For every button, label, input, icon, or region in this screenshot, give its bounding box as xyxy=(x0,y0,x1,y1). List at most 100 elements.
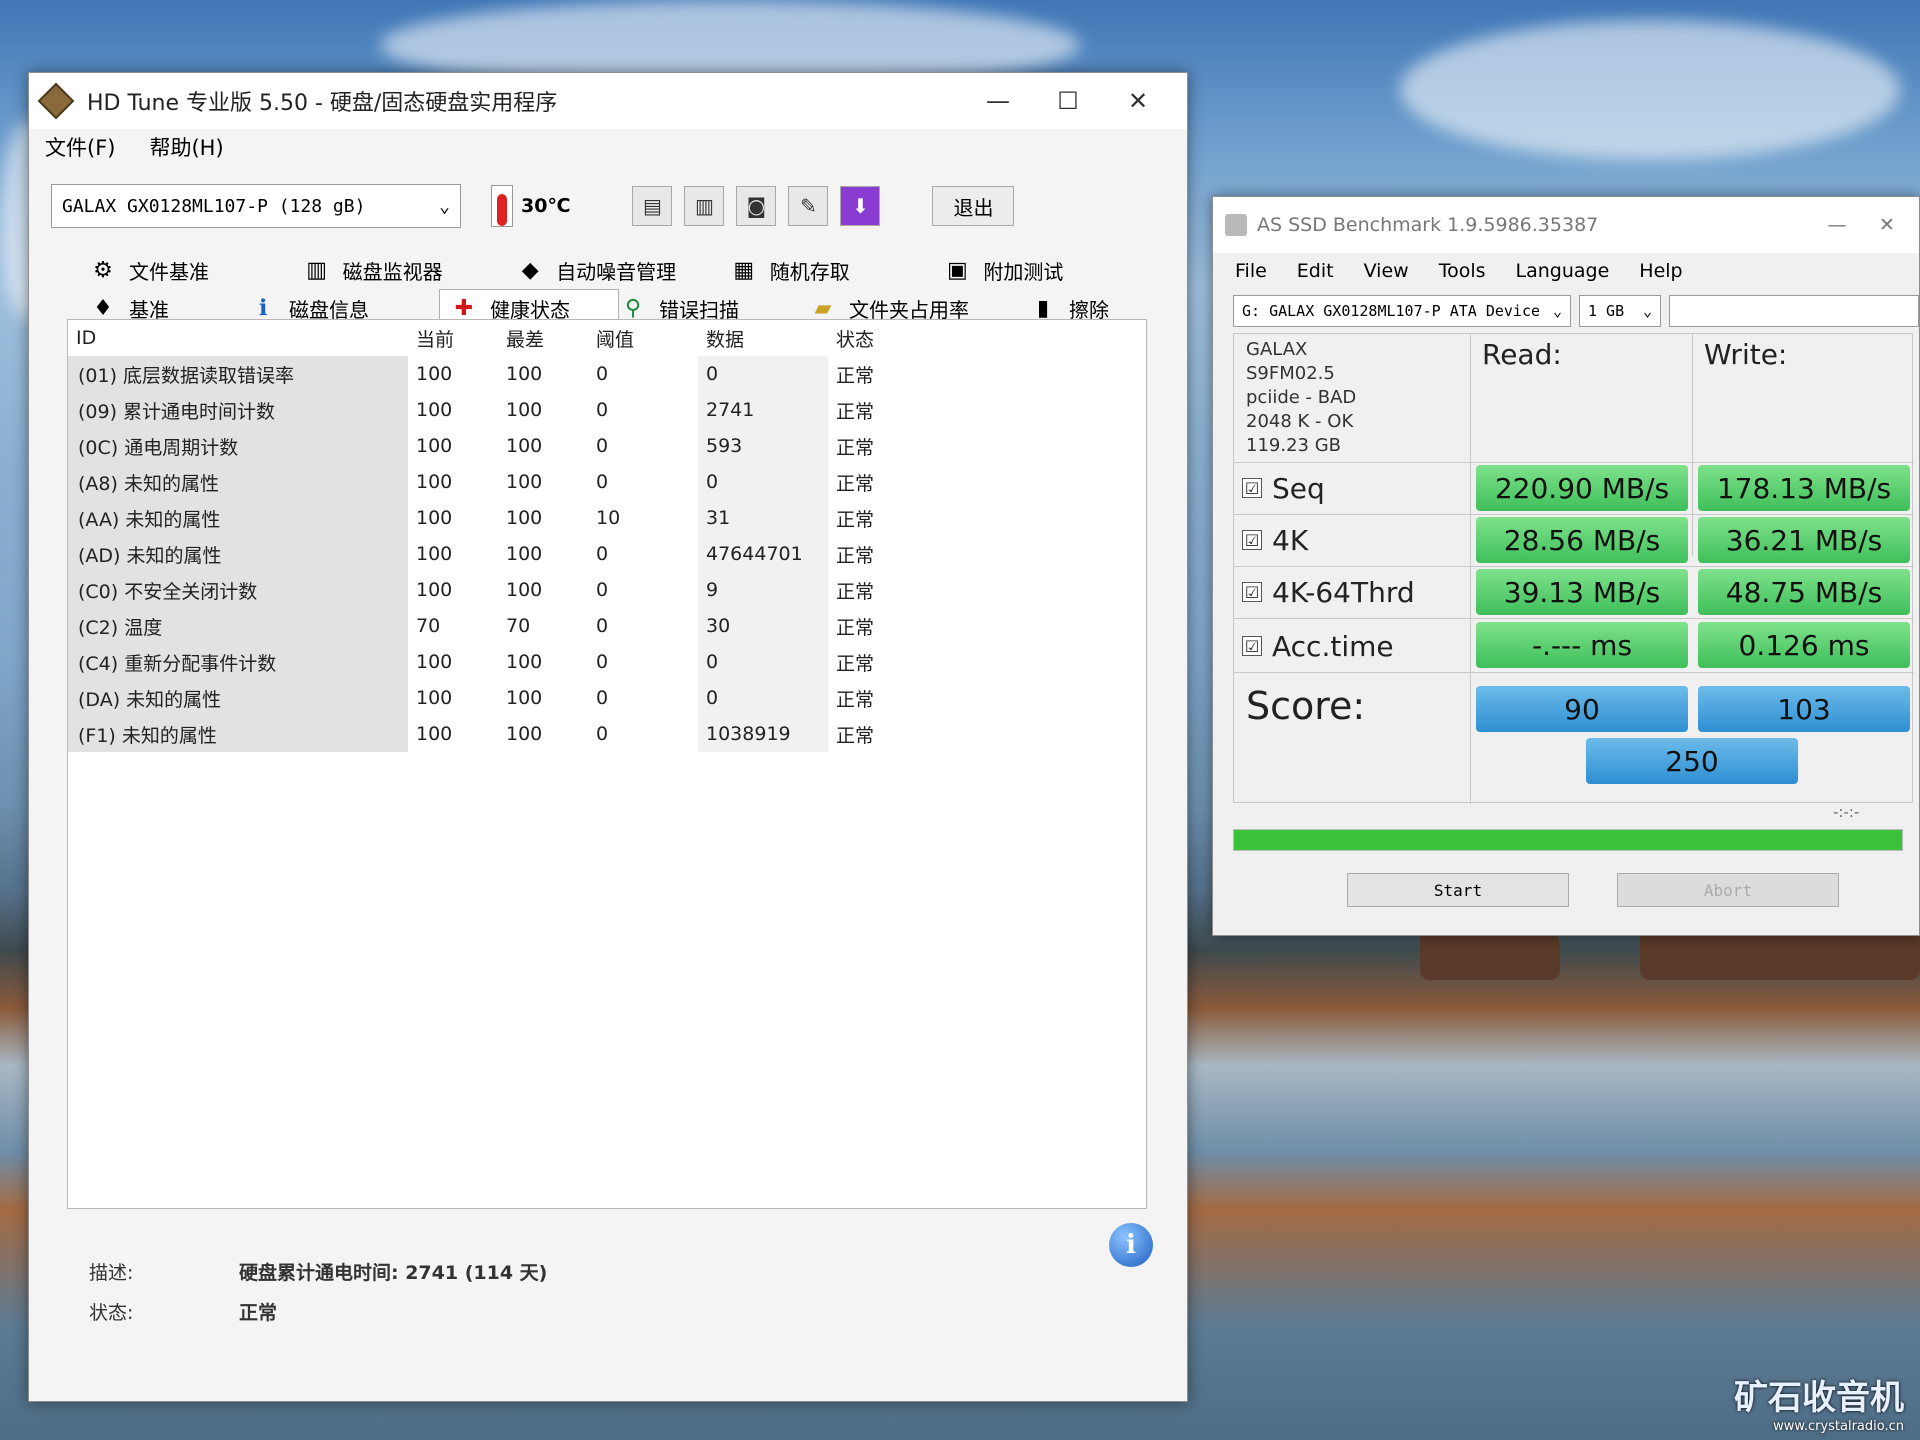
test-label: Seq xyxy=(1272,471,1325,505)
col-status[interactable]: 状态 xyxy=(828,320,928,356)
attr-status: 正常 xyxy=(836,724,875,747)
attr-worst: 100 xyxy=(506,651,543,673)
abort-button[interactable]: Abort xyxy=(1617,873,1839,907)
hdtune-app-icon xyxy=(37,82,75,120)
attr-id: (AA) 未知的属性 xyxy=(68,500,408,536)
table-row[interactable]: (AA) 未知的属性 100 100 10 31 正常 xyxy=(68,500,928,536)
table-row[interactable]: (01) 底层数据读取错误率 100 100 0 0 正常 xyxy=(68,356,928,392)
temperature: 30℃ xyxy=(491,185,570,227)
attr-worst: 100 xyxy=(506,687,543,709)
hdtune-window: HD Tune 专业版 5.50 - 硬盘/固态硬盘实用程序 — ☐ ✕ 文件(… xyxy=(28,72,1188,1402)
close-button[interactable]: ✕ xyxy=(1103,87,1173,115)
menu-tools[interactable]: Tools xyxy=(1439,260,1486,282)
as-close-button[interactable]: ✕ xyxy=(1867,214,1907,236)
description-value: 硬盘累计通电时间: 2741 (114 天) xyxy=(239,1262,548,1284)
test-seq[interactable]: ☑ Seq xyxy=(1234,462,1469,514)
menu-help[interactable]: 帮助(H) xyxy=(149,132,223,162)
col-current[interactable]: 当前 xyxy=(408,320,498,356)
checkbox-icon[interactable]: ☑ xyxy=(1242,636,1262,656)
attr-threshold: 0 xyxy=(596,435,609,457)
menu-bar: 文件(F) 帮助(H) xyxy=(29,129,1187,165)
table-row[interactable]: (AD) 未知的属性 100 100 0 47644701 正常 xyxy=(68,536,928,572)
test-label: 4K-64Thrd xyxy=(1272,575,1415,609)
table-row[interactable]: (C4) 重新分配事件计数 100 100 0 0 正常 xyxy=(68,644,928,680)
test-acc-time[interactable]: ☑ Acc.time xyxy=(1234,620,1469,672)
seq-write-result: 178.13 MB/s xyxy=(1698,465,1910,511)
col-worst[interactable]: 最差 xyxy=(498,320,588,356)
menu-language[interactable]: Language xyxy=(1516,260,1610,282)
as-size-label: 1 GB xyxy=(1588,302,1625,320)
attr-worst: 100 xyxy=(506,399,543,421)
attr-data: 0 xyxy=(698,680,828,716)
table-row[interactable]: (C2) 温度 70 70 0 30 正常 xyxy=(68,608,928,644)
test-4k-64thrd[interactable]: ☑ 4K-64Thrd xyxy=(1234,566,1469,618)
table-row[interactable]: (0C) 通电周期计数 100 100 0 593 正常 xyxy=(68,428,928,464)
temperature-value: 30℃ xyxy=(521,195,571,217)
tab-file-benchmark[interactable]: ⚙ 文件基准 xyxy=(89,256,303,285)
menu-help[interactable]: Help xyxy=(1639,260,1682,282)
copy-text-button[interactable]: ▤ xyxy=(632,186,673,226)
test-4k[interactable]: ☑ 4K xyxy=(1234,514,1469,566)
table-row[interactable]: (C0) 不安全关闭计数 100 100 0 9 正常 xyxy=(68,572,928,608)
attr-current: 100 xyxy=(416,687,453,709)
table-row[interactable]: (DA) 未知的属性 100 100 0 0 正常 xyxy=(68,680,928,716)
as-size-select[interactable]: 1 GB ⌄ xyxy=(1579,295,1661,327)
attr-id: (0C) 通电周期计数 xyxy=(68,428,408,464)
attr-worst: 70 xyxy=(506,615,531,637)
attr-status: 正常 xyxy=(836,652,875,675)
table-row[interactable]: (09) 累计通电时间计数 100 100 0 2741 正常 xyxy=(68,392,928,428)
read-header: Read: xyxy=(1482,338,1562,371)
menu-file[interactable]: 文件(F) xyxy=(45,132,115,162)
col-data[interactable]: 数据 xyxy=(698,320,828,356)
menu-view[interactable]: View xyxy=(1364,260,1409,282)
screenshot-button[interactable]: ◙ xyxy=(736,186,777,226)
col-id[interactable]: ID xyxy=(68,320,408,356)
save-button[interactable]: ⬇ xyxy=(840,186,881,226)
table-row[interactable]: (A8) 未知的属性 100 100 0 0 正常 xyxy=(68,464,928,500)
chevron-down-icon: ⌄ xyxy=(1642,302,1652,320)
random-access-icon: ▦ xyxy=(733,257,755,283)
status-value: 正常 xyxy=(239,1302,278,1324)
as-ssd-menu-bar: File Edit View Tools Language Help xyxy=(1213,253,1919,289)
drive-vendor: GALAX xyxy=(1246,339,1308,360)
attr-current: 100 xyxy=(416,507,453,529)
tab-random-access[interactable]: ▦ 随机存取 xyxy=(730,256,944,285)
menu-edit[interactable]: Edit xyxy=(1297,260,1334,282)
4k64-write-result: 48.75 MB/s xyxy=(1698,569,1910,615)
attr-data: 0 xyxy=(698,464,828,500)
attr-id: (AD) 未知的属性 xyxy=(68,536,408,572)
menu-file[interactable]: File xyxy=(1235,260,1267,282)
as-drive-select[interactable]: G: GALAX GX0128ML107-P ATA Device ⌄ xyxy=(1233,295,1571,327)
start-button[interactable]: Start xyxy=(1347,873,1569,907)
chevron-down-icon: ⌄ xyxy=(439,195,450,217)
attr-status: 正常 xyxy=(836,508,875,531)
checkbox-icon[interactable]: ☑ xyxy=(1242,478,1262,498)
tab-disk-monitor[interactable]: ▥ 磁盘监视器 xyxy=(303,256,517,285)
maximize-button[interactable]: ☐ xyxy=(1033,87,1103,115)
checkbox-icon[interactable]: ☑ xyxy=(1242,582,1262,602)
options-button[interactable]: ✎ xyxy=(788,186,829,226)
checkbox-icon[interactable]: ☑ xyxy=(1242,530,1262,550)
minimize-button[interactable]: — xyxy=(963,87,1033,115)
attr-threshold: 0 xyxy=(596,615,609,637)
as-minimize-button[interactable]: — xyxy=(1807,214,1867,236)
exit-button[interactable]: 退出 xyxy=(932,186,1015,226)
attr-threshold: 10 xyxy=(596,507,621,529)
acc-write-result: 0.126 ms xyxy=(1698,622,1910,668)
table-row[interactable]: (F1) 未知的属性 100 100 0 1038919 正常 xyxy=(68,716,928,752)
4k-write-result: 36.21 MB/s xyxy=(1698,517,1910,563)
tab-aam[interactable]: ◆ 自动噪音管理 xyxy=(516,256,730,285)
col-threshold[interactable]: 阈值 xyxy=(588,320,698,356)
extra-tests-icon: ▣ xyxy=(946,257,968,283)
drive-label: GALAX GX0128ML107-P (128 gB) xyxy=(62,195,366,217)
drive-select[interactable]: GALAX GX0128ML107-P (128 gB) ⌄ xyxy=(51,184,461,228)
attr-data: 31 xyxy=(698,500,828,536)
attr-id: (09) 累计通电时间计数 xyxy=(68,392,408,428)
tab-extra-tests[interactable]: ▣ 附加测试 xyxy=(943,256,1157,285)
attr-data: 30 xyxy=(698,608,828,644)
score-read: 90 xyxy=(1476,686,1688,732)
copy-all-button[interactable]: ▥ xyxy=(684,186,725,226)
as-drive-label: G: GALAX GX0128ML107-P ATA Device xyxy=(1242,302,1541,320)
info-button[interactable]: i xyxy=(1109,1223,1153,1267)
test-label: 4K xyxy=(1272,523,1309,557)
